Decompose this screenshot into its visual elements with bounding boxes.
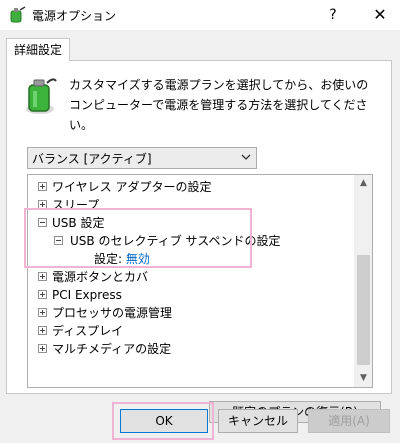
help-button[interactable]: ? [318, 0, 348, 30]
scrollbar-thumb[interactable] [357, 255, 370, 365]
tree-item-wireless[interactable]: ワイヤレス アダプターの設定 [38, 178, 211, 196]
power-plan-dropdown[interactable]: バランス [アクティブ] [27, 147, 257, 169]
battery-plan-icon [26, 78, 57, 114]
tree-item-pci-express[interactable]: PCI Express [38, 286, 122, 304]
scroll-up-arrow-icon[interactable]: ▲ [355, 175, 372, 192]
tree-item-label: PCI Express [52, 288, 122, 302]
collapse-minus-icon[interactable] [38, 218, 47, 227]
tree-item-power-buttons[interactable]: 電源ボタンとカバ [38, 268, 148, 286]
tree-item-multimedia[interactable]: マルチメディアの設定 [38, 340, 171, 358]
power-options-icon [10, 6, 26, 23]
tab-panel: カスタマイズする電源プランを選択してから、お使いのコンピューターで電源を管理する… [6, 60, 392, 423]
expand-plus-icon[interactable] [38, 182, 47, 191]
close-button[interactable]: ✕ [360, 0, 400, 30]
tree-item-processor[interactable]: プロセッサの電源管理 [38, 304, 172, 322]
tree-item-label: スリープ [52, 198, 100, 212]
settings-tree[interactable]: ワイヤレス アダプターの設定 スリープ USB 設定 USB のセレクティブ サ… [27, 174, 373, 388]
tab-advanced-settings[interactable]: 詳細設定 [6, 38, 70, 61]
expand-plus-icon[interactable] [38, 326, 47, 335]
tree-item-display[interactable]: ディスプレイ [38, 322, 123, 340]
setting-value-link[interactable]: 無効 [126, 252, 150, 266]
tree-item-label: USB のセレクティブ サスペンドの設定 [70, 234, 281, 248]
tree-item-usb-selective-suspend[interactable]: USB のセレクティブ サスペンドの設定 [54, 232, 280, 250]
vertical-scrollbar[interactable]: ▲ ▼ [354, 175, 372, 387]
expand-plus-icon[interactable] [38, 272, 47, 281]
collapse-minus-icon[interactable] [54, 236, 63, 245]
title-bar: 電源オプション ? ✕ [0, 0, 400, 30]
dialog-body: 詳細設定 カスタマイズする電源プランを選択してから、お使いのコンピューターで電源… [0, 30, 400, 443]
ok-button[interactable]: OK [120, 409, 208, 433]
chevron-down-icon [241, 154, 251, 160]
tree-item-label: マルチメディアの設定 [52, 342, 172, 356]
scroll-down-arrow-icon[interactable]: ▼ [355, 370, 372, 387]
tree-item-label: 電源ボタンとカバ [52, 270, 149, 284]
tree-item-label: USB 設定 [52, 216, 105, 230]
tree-item-sleep[interactable]: スリープ [38, 196, 99, 214]
expand-plus-icon[interactable] [38, 344, 47, 353]
expand-plus-icon[interactable] [38, 200, 47, 209]
tree-item-label: ワイヤレス アダプターの設定 [52, 180, 212, 194]
plan-description: カスタマイズする電源プランを選択してから、お使いのコンピューターで電源を管理する… [69, 78, 369, 132]
cancel-button[interactable]: キャンセル [218, 409, 298, 433]
window-title: 電源オプション [32, 9, 117, 23]
power-plan-selected: バランス [アクティブ] [32, 152, 152, 166]
tree-item-setting[interactable]: 設定: 無効 [94, 250, 150, 268]
setting-label: 設定: [94, 252, 123, 266]
tree-item-label: ディスプレイ [52, 324, 124, 338]
tree-item-usb[interactable]: USB 設定 [38, 214, 104, 232]
apply-button[interactable]: 適用(A) [308, 409, 390, 433]
expand-plus-icon[interactable] [38, 290, 47, 299]
expand-plus-icon[interactable] [38, 308, 47, 317]
tree-item-label: プロセッサの電源管理 [52, 306, 173, 320]
